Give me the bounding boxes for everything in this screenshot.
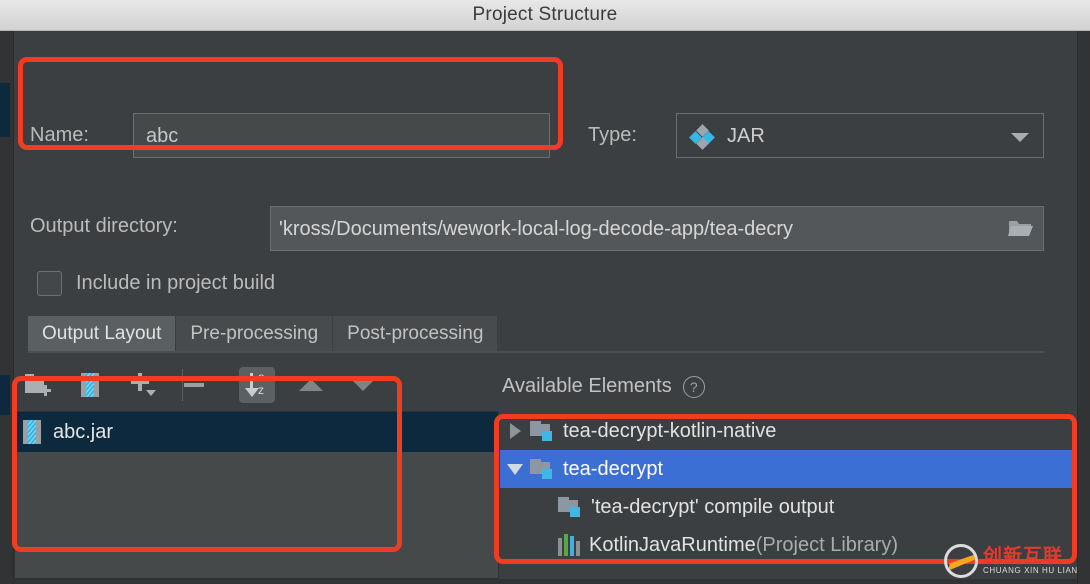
tab-pre-processing[interactable]: Pre-processing [176,316,333,351]
include-in-project-build-label: Include in project build [76,272,275,295]
watermark-pinyin: CHUANG XIN HU LIAN [983,566,1078,576]
tree-row[interactable]: 'tea-decrypt' compile output [500,488,1077,526]
tree-row[interactable]: tea-decrypt [500,450,1077,488]
jar-archive-icon [23,420,41,444]
triangle-up-icon [299,379,323,391]
add-archive-button[interactable] [72,367,108,403]
name-input-value: abc [146,125,178,148]
minus-icon [184,383,204,387]
folder-add-icon [25,374,51,396]
available-elements-header: Available Elements ? [502,375,705,398]
left-rail-highlight-top [0,83,10,137]
plus-dropdown-icon [129,372,155,398]
artifact-tabs: Output Layout Pre-processing Post-proces… [28,316,1044,351]
move-down-button[interactable] [345,367,381,403]
type-combobox[interactable]: JAR [676,113,1044,158]
triangle-down-icon [351,379,375,391]
add-directory-button[interactable] [20,367,56,403]
left-rail-highlight-bottom [0,375,10,415]
sort-az-icon: az [243,371,271,399]
tree-row-label: tea-decrypt [563,458,663,481]
tree-row[interactable]: tea-decrypt-kotlin-native [500,412,1077,450]
tree-row-label: 'tea-decrypt' compile output [591,496,834,519]
bottom-strip [14,579,1077,584]
name-input[interactable]: abc [133,113,550,158]
sort-alphabetically-button[interactable]: az [239,367,275,403]
folder-open-icon[interactable] [1007,216,1035,242]
chevron-down-icon[interactable] [1011,133,1029,142]
left-rail [0,31,14,584]
list-item-label: abc.jar [53,421,113,444]
toolbar-separator [182,369,183,401]
type-label: Type: [588,124,637,147]
project-structure-dialog: Project Structure Name: abc Type: JAR Ou… [0,0,1090,584]
jar-archive-icon [81,373,99,397]
tab-output-layout[interactable]: Output Layout [28,316,176,351]
type-combobox-value: JAR [727,125,765,148]
module-folder-icon [530,459,554,479]
include-in-project-build-row[interactable]: Include in project build [37,271,275,296]
tree-row-suffix: (Project Library) [756,534,898,557]
output-directory-label: Output directory: [30,215,178,238]
module-folder-icon [558,497,582,517]
jar-diamonds-icon [691,126,713,148]
chevron-right-icon[interactable] [500,423,530,439]
tab-post-processing[interactable]: Post-processing [333,316,498,351]
watermark: 创新互联 CHUANG XIN HU LIAN [944,538,1090,584]
output-layout-list[interactable]: abc.jar [14,411,499,579]
dialog-body: Name: abc Type: JAR Output directory: 'k… [0,31,1090,584]
add-element-button[interactable] [124,367,160,403]
module-folder-icon [530,421,554,441]
output-layout-toolbar: az [14,361,494,409]
output-directory-value: 'kross/Documents/wework-local-log-decode… [279,218,793,241]
list-item[interactable]: abc.jar [15,412,498,452]
include-in-project-build-checkbox[interactable] [37,271,62,296]
question-mark-icon[interactable]: ? [683,376,705,398]
tree-row-label: tea-decrypt-kotlin-native [563,420,776,443]
move-up-button[interactable] [293,367,329,403]
window-title-bar: Project Structure [0,0,1090,31]
window-title: Project Structure [473,4,618,26]
name-label: Name: [30,124,89,147]
right-rail [1077,31,1090,584]
tab-underline [28,351,1044,353]
available-elements-title: Available Elements [502,375,672,398]
library-bars-icon [558,534,580,556]
tree-row-label: KotlinJavaRuntime [589,534,756,557]
chevron-down-icon[interactable] [500,464,530,475]
watermark-chinese: 创新互联 [983,546,1078,566]
watermark-logo-icon [944,544,978,578]
output-directory-input[interactable]: 'kross/Documents/wework-local-log-decode… [270,206,1044,251]
